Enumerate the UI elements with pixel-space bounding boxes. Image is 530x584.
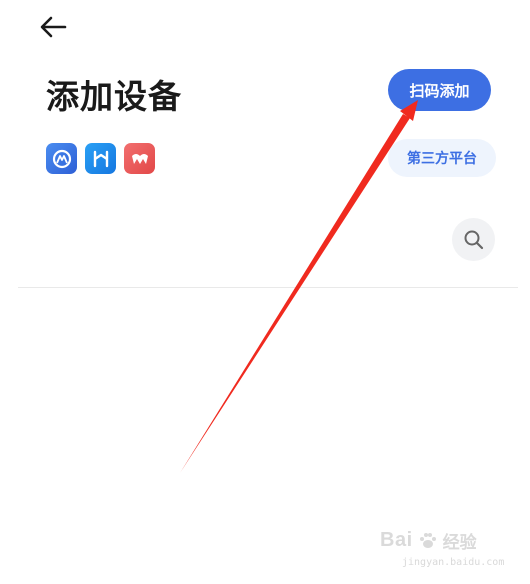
platform-app-icon-h[interactable] (85, 143, 116, 174)
back-button[interactable] (36, 10, 70, 44)
platform-app-icon-blue[interactable] (46, 143, 77, 174)
page-title: 添加设备 (46, 77, 182, 116)
search-icon (464, 230, 483, 249)
h-logo-icon (93, 150, 108, 167)
platform-app-icon-red[interactable] (124, 143, 155, 174)
search-button[interactable] (452, 218, 495, 261)
watermark-url: jingyan.baidu.com (402, 557, 505, 568)
ring-logo-icon (52, 149, 71, 168)
paw-icon (419, 532, 436, 548)
watermark: Bai 经验 (380, 528, 477, 553)
section-divider (18, 287, 518, 288)
watermark-brand: Bai (380, 529, 413, 551)
scan-add-button[interactable]: 扫码添加 (388, 69, 491, 111)
wave-logo-icon (131, 153, 148, 164)
watermark-subtitle: 经验 (442, 533, 477, 553)
platform-icons (46, 143, 155, 174)
arrow-left-icon (40, 16, 67, 38)
third-party-platform-button[interactable]: 第三方平台 (388, 139, 496, 177)
